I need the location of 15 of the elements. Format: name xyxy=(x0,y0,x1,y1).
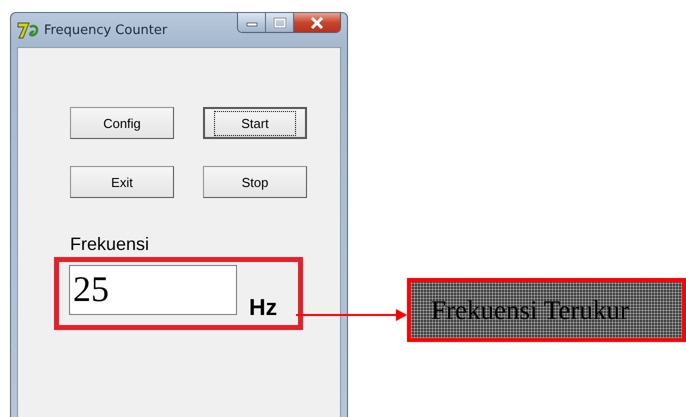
push-button[interactable]: Exit xyxy=(70,166,174,198)
maximize-button[interactable] xyxy=(266,13,294,32)
close-button[interactable] xyxy=(294,13,340,32)
maximize-icon xyxy=(272,16,286,28)
annotation-label: Frekuensi Terukur xyxy=(407,278,686,342)
push-button[interactable]: Start xyxy=(203,107,307,139)
field-label: Frekuensi xyxy=(70,234,150,255)
minimize-button[interactable] xyxy=(238,13,266,32)
window-title: Frequency Counter xyxy=(44,22,168,38)
unit-label: Hz xyxy=(249,294,278,321)
push-button[interactable]: Config xyxy=(70,107,174,139)
close-icon xyxy=(310,16,324,28)
push-button[interactable]: Stop xyxy=(203,166,307,198)
frequency-field[interactable]: 25 xyxy=(69,265,237,315)
app-icon xyxy=(17,20,39,40)
